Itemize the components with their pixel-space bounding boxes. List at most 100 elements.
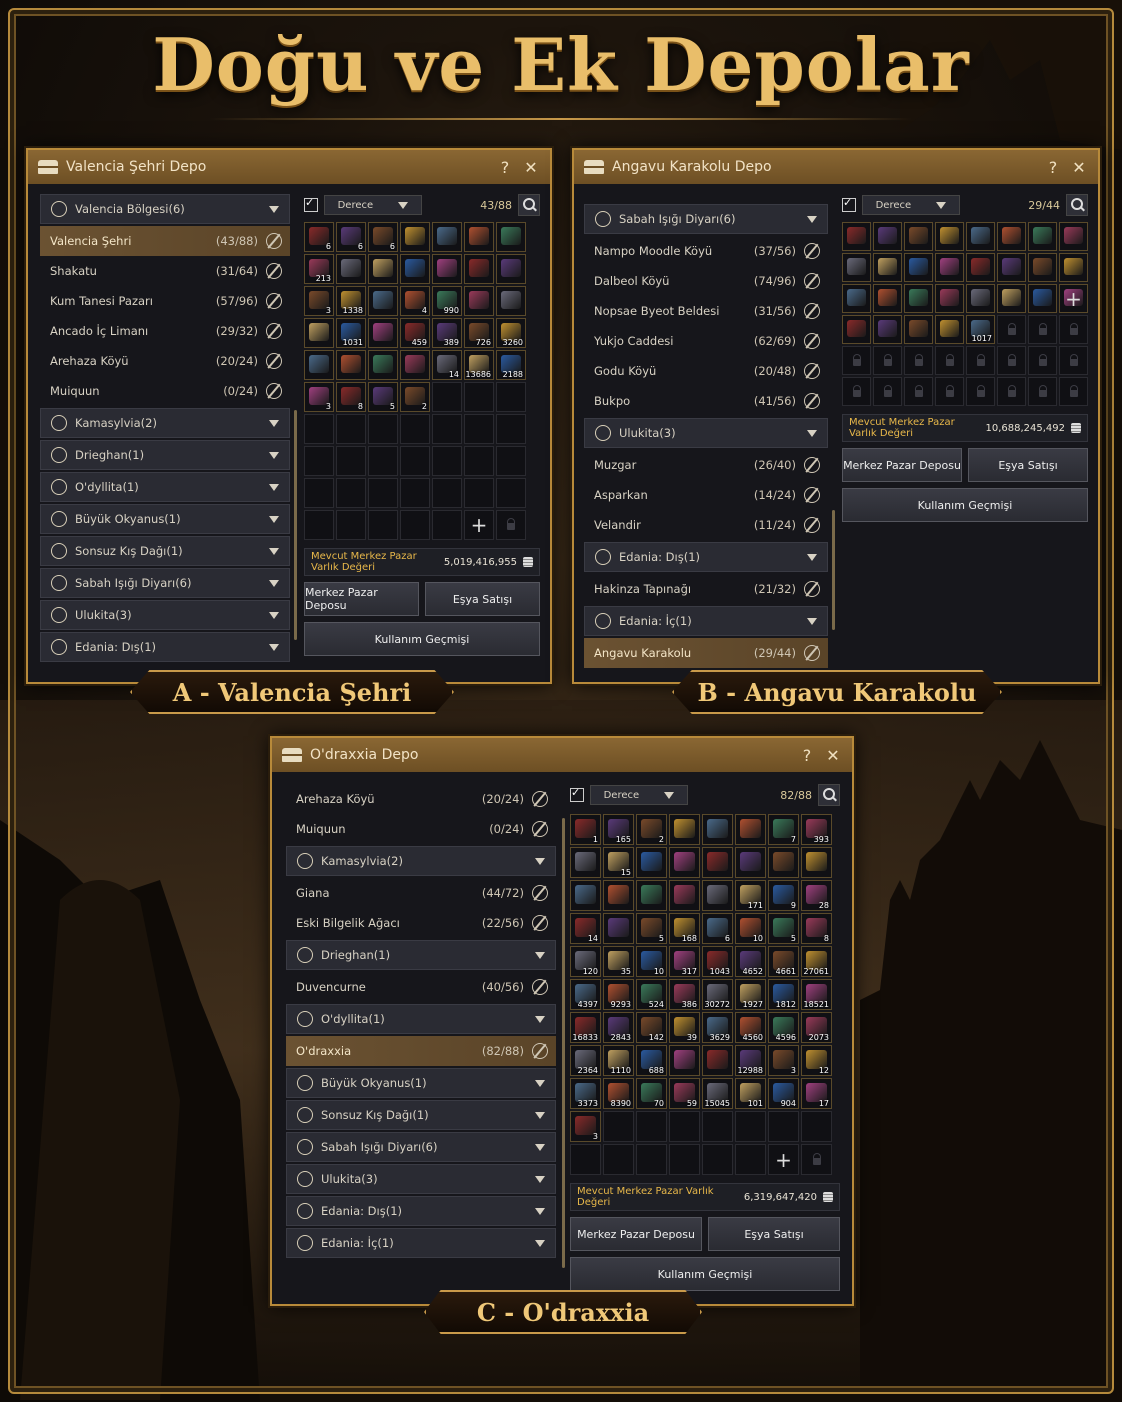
item-slot[interactable]: 27061	[801, 946, 832, 977]
item-slot[interactable]	[464, 286, 494, 316]
item-slot[interactable]	[966, 284, 995, 313]
item-slot[interactable]	[336, 350, 366, 380]
chevron-down-icon[interactable]	[535, 1175, 545, 1183]
item-slot[interactable]: 6	[304, 222, 334, 252]
item-slot[interactable]: 459	[400, 318, 430, 348]
item-slot[interactable]	[496, 254, 526, 284]
add-slot-button[interactable]	[464, 510, 494, 540]
item-slot[interactable]: 8	[336, 382, 366, 412]
chevron-down-icon[interactable]	[269, 643, 279, 651]
item-slot[interactable]: 6	[368, 222, 398, 252]
empty-slot[interactable]	[496, 382, 526, 412]
item-slot[interactable]: 2	[636, 814, 667, 845]
item-slot[interactable]: 17	[801, 1078, 832, 1109]
region-group[interactable]: Edania: İç(1)	[286, 1228, 556, 1258]
empty-slot[interactable]	[603, 1111, 634, 1142]
pin-icon[interactable]	[532, 915, 548, 931]
region-group[interactable]: Büyük Okyanus(1)	[286, 1068, 556, 1098]
item-slot[interactable]	[336, 254, 366, 284]
item-slot[interactable]: 4560	[735, 1012, 766, 1043]
pin-icon[interactable]	[532, 979, 548, 995]
item-slot[interactable]: 990	[432, 286, 462, 316]
item-slot[interactable]	[966, 253, 995, 282]
pin-icon[interactable]	[804, 303, 820, 319]
item-slot[interactable]: 30272	[702, 979, 733, 1010]
item-slot[interactable]: 2843	[603, 1012, 634, 1043]
item-slot[interactable]: 1110	[603, 1045, 634, 1076]
item-slot[interactable]	[904, 222, 933, 251]
storage-location-row[interactable]: Godu Köyü (20/48)	[584, 356, 828, 386]
storage-location-row[interactable]: Ancado İç Limanı (29/32)	[40, 316, 290, 346]
chevron-down-icon[interactable]	[269, 611, 279, 619]
item-slot[interactable]	[603, 913, 634, 944]
item-slot[interactable]: 213	[304, 254, 334, 284]
empty-slot[interactable]	[368, 510, 398, 540]
empty-slot[interactable]	[464, 446, 494, 476]
region-group[interactable]: Büyük Okyanus(1)	[40, 504, 290, 534]
pin-icon[interactable]	[532, 1043, 548, 1059]
empty-slot[interactable]	[432, 510, 462, 540]
storage-location-row[interactable]: Velandir (11/24)	[584, 510, 828, 540]
chevron-down-icon[interactable]	[807, 429, 817, 437]
item-slot[interactable]	[432, 254, 462, 284]
item-slot[interactable]	[603, 880, 634, 911]
chevron-down-icon[interactable]	[269, 205, 279, 213]
close-button[interactable]: ✕	[1070, 158, 1088, 177]
item-slot[interactable]: 1031	[336, 318, 366, 348]
empty-slot[interactable]	[496, 414, 526, 444]
empty-slot[interactable]	[400, 478, 430, 508]
item-slot[interactable]: 171	[735, 880, 766, 911]
empty-slot[interactable]	[570, 1144, 601, 1175]
help-button[interactable]: ?	[798, 746, 816, 765]
pin-icon[interactable]	[532, 791, 548, 807]
empty-slot[interactable]	[336, 414, 366, 444]
help-button[interactable]: ?	[1044, 158, 1062, 177]
empty-slot[interactable]	[636, 1111, 667, 1142]
item-slot[interactable]: 3	[570, 1111, 601, 1142]
region-group[interactable]: Edania: İç(1)	[584, 606, 828, 636]
item-slot[interactable]: 726	[464, 318, 494, 348]
item-slot[interactable]: 3	[768, 1045, 799, 1076]
region-group[interactable]: Sabah Işığı Diyarı(6)	[40, 568, 290, 598]
item-slot[interactable]: 14	[570, 913, 601, 944]
item-slot[interactable]: 1338	[336, 286, 366, 316]
item-slot[interactable]: 5	[768, 913, 799, 944]
item-slot[interactable]: 15	[603, 847, 634, 878]
market-storage-button[interactable]: Merkez Pazar Deposu	[304, 582, 419, 616]
item-slot[interactable]	[464, 222, 494, 252]
region-group[interactable]: Ulukita(3)	[584, 418, 828, 448]
locked-slot[interactable]	[801, 1144, 832, 1175]
empty-slot[interactable]	[464, 414, 494, 444]
item-slot[interactable]	[935, 253, 964, 282]
item-slot[interactable]	[735, 847, 766, 878]
market-storage-button[interactable]: Merkez Pazar Deposu	[842, 448, 962, 482]
item-slot[interactable]: 28	[801, 880, 832, 911]
empty-slot[interactable]	[636, 1144, 667, 1175]
item-slot[interactable]: 10	[636, 946, 667, 977]
item-slot[interactable]	[1059, 222, 1088, 251]
item-slot[interactable]: 3260	[496, 318, 526, 348]
empty-slot[interactable]	[368, 414, 398, 444]
storage-location-row[interactable]: Kum Tanesi Pazarı (57/96)	[40, 286, 290, 316]
item-slot[interactable]	[669, 814, 700, 845]
pin-icon[interactable]	[266, 353, 282, 369]
search-icon[interactable]	[518, 194, 540, 216]
pin-icon[interactable]	[804, 487, 820, 503]
pin-icon[interactable]	[804, 457, 820, 473]
item-slot[interactable]: 3373	[570, 1078, 601, 1109]
item-slot[interactable]	[570, 880, 601, 911]
list-scrollbar[interactable]	[562, 818, 565, 1268]
item-slot[interactable]	[1059, 253, 1088, 282]
pin-icon[interactable]	[804, 243, 820, 259]
sort-dropdown[interactable]: Derece	[590, 785, 688, 805]
storage-location-row[interactable]: Duvencurne (40/56)	[286, 972, 556, 1002]
item-slot[interactable]	[768, 847, 799, 878]
pin-icon[interactable]	[804, 393, 820, 409]
chevron-down-icon[interactable]	[269, 483, 279, 491]
item-slot[interactable]: 5	[636, 913, 667, 944]
usage-history-button[interactable]: Kullanım Geçmişi	[570, 1257, 840, 1291]
window-titlebar[interactable]: O'draxxia Depo ? ✕	[272, 738, 852, 772]
storage-location-row[interactable]: Nopsae Byeot Beldesi (31/56)	[584, 296, 828, 326]
empty-slot[interactable]	[496, 478, 526, 508]
item-slot[interactable]: 7	[768, 814, 799, 845]
